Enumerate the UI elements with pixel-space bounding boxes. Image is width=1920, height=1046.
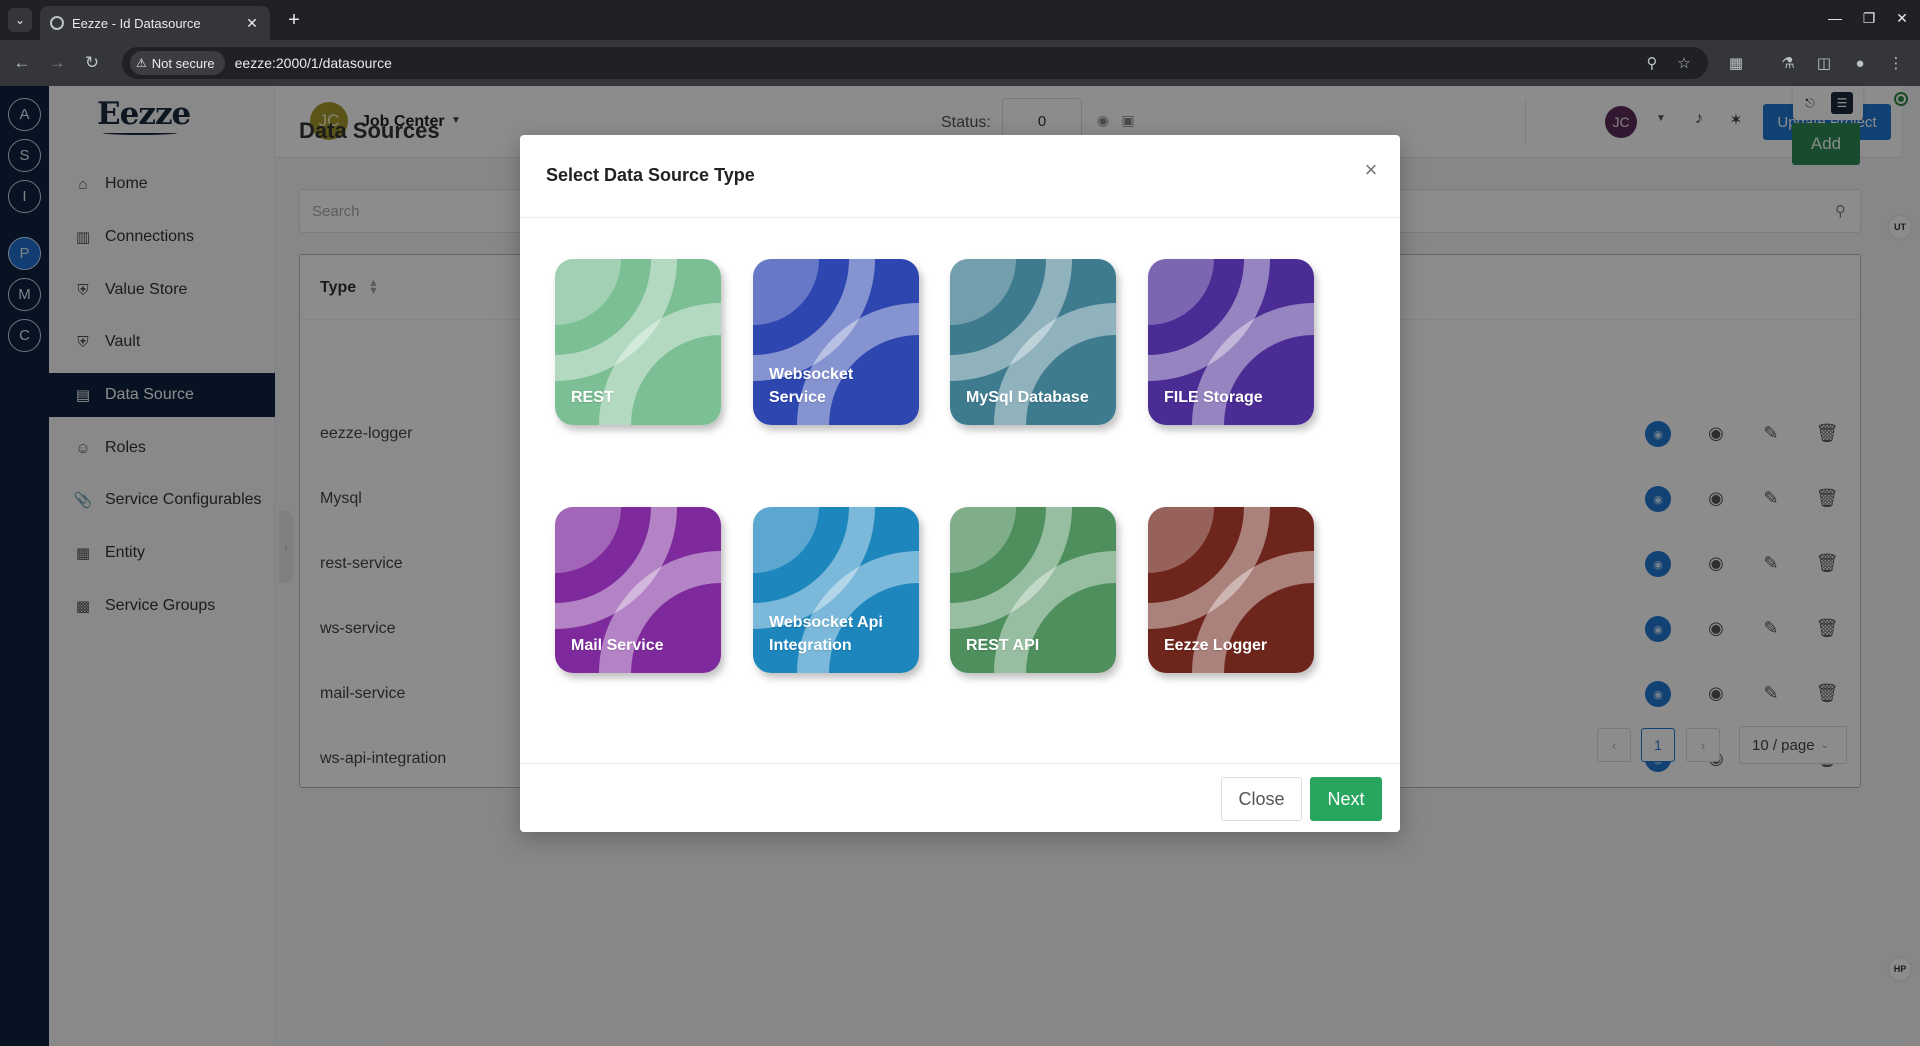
card-file-storage[interactable]: FILE Storage [1148,259,1314,425]
card-label: FILE Storage [1164,389,1263,406]
card-websocket-api-integration[interactable]: Websocket Api Integration [753,507,919,673]
card-mail-service[interactable]: Mail Service [555,507,721,673]
warning-icon: ⚠ [136,56,147,70]
card-eezze-logger[interactable]: Eezze Logger [1148,507,1314,673]
close-button[interactable]: Close [1221,777,1302,821]
bookmark-star-icon[interactable]: ☆ [1672,51,1696,75]
browser-menu-icon[interactable]: ⋮ [1884,51,1908,75]
zoom-icon[interactable]: ⚲ [1640,51,1664,75]
security-label: Not secure [151,55,215,71]
card-label: Websocket Service [769,366,854,406]
back-icon[interactable]: ← [10,51,34,75]
select-data-source-modal: Select Data Source Type × REST Websocket… [520,135,1400,832]
modal-title: Select Data Source Type [546,165,755,185]
card-label: Websocket Api Integration [769,614,883,654]
labs-flask-icon[interactable]: ⚗ [1776,51,1800,75]
minimize-icon[interactable]: — [1826,10,1844,26]
profile-icon[interactable]: ● [1848,51,1872,75]
extensions-icon[interactable]: ▦ [1724,51,1748,75]
side-panel-icon[interactable]: ◫ [1812,51,1836,75]
modal-header-divider [520,217,1400,218]
address-bar[interactable]: ⚠ Not secure eezze:2000/1/datasource ⚲ ☆ [122,47,1708,79]
browser-tab[interactable]: Eezze - Id Datasource ✕ [40,6,270,40]
forward-icon[interactable]: → [45,51,69,75]
url-text: eezze:2000/1/datasource [234,55,392,71]
security-chip[interactable]: ⚠ Not secure [130,51,225,75]
card-websocket-service[interactable]: Websocket Service [753,259,919,425]
tab-close-icon[interactable]: ✕ [244,15,260,32]
window-close-icon[interactable]: ✕ [1893,10,1911,27]
modal-footer-divider [520,763,1400,764]
reload-icon[interactable]: ↻ [80,51,104,75]
tab-title: Eezze - Id Datasource [72,15,201,31]
browser-tabbar: ⌄ Eezze - Id Datasource ✕ + — ❐ ✕ [0,0,1920,40]
tab-search-chevron-icon[interactable]: ⌄ [8,8,32,32]
card-label: REST [571,389,614,406]
card-label: REST API [966,637,1040,654]
card-label: Mail Service [571,637,664,654]
card-rest[interactable]: REST [555,259,721,425]
new-tab-icon[interactable]: + [282,8,306,32]
card-label: MySql Database [966,389,1089,406]
card-rest-api[interactable]: REST API [950,507,1116,673]
card-label: Eezze Logger [1164,637,1268,654]
restore-icon[interactable]: ❐ [1860,10,1878,27]
card-mysql-database[interactable]: MySql Database [950,259,1116,425]
next-button[interactable]: Next [1310,777,1382,821]
close-icon[interactable]: × [1358,157,1384,183]
globe-icon [50,16,64,30]
